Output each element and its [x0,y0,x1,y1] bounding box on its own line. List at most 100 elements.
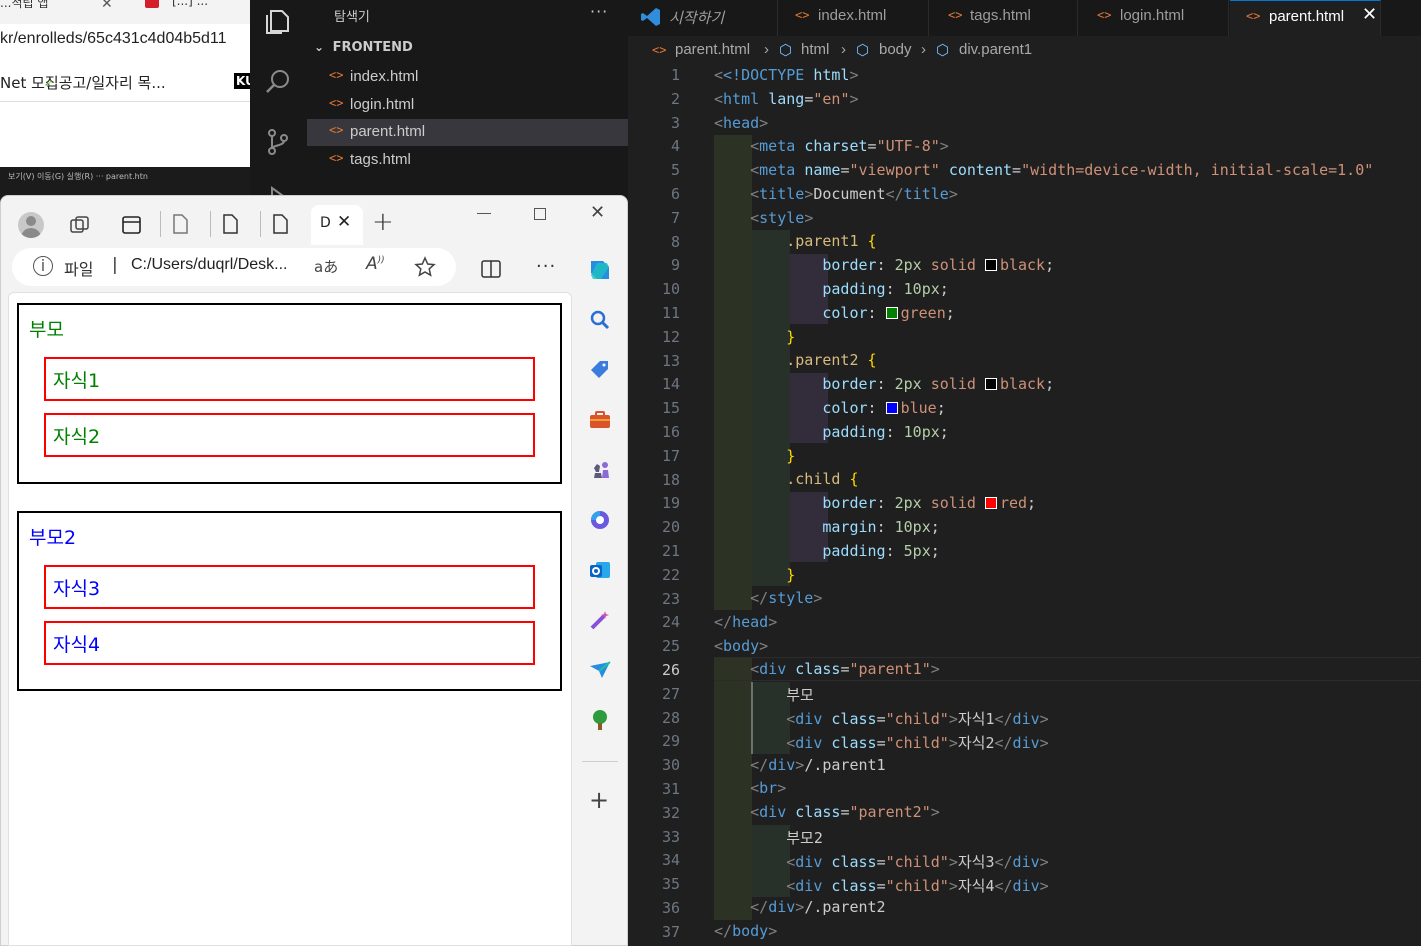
split-screen-icon[interactable] [480,258,502,280]
color-swatch-blue[interactable] [885,402,898,414]
designer-wand-icon[interactable] [588,608,612,632]
code-token: border [822,256,877,274]
folder-frontend[interactable]: ⌄ FRONTEND [314,40,413,55]
line-number: 21 [661,542,680,560]
profile-avatar[interactable] [18,212,44,238]
line-number: 29 [661,732,680,751]
address-text[interactable]: C:/Users/duqrl/Desk... [131,256,287,274]
minimize-icon[interactable] [477,213,491,214]
line-number: 6 [670,185,680,203]
explorer-icon[interactable] [262,6,294,38]
background-tab-strip: ...적립 앱 ✕ [...] ... [0,0,250,24]
shopping-tag-icon[interactable] [588,358,612,382]
code-token: .parent2 [786,351,859,369]
code-line-32: <div class="parent2"> [750,803,940,821]
breadcrumb-file[interactable]: parent.html [675,41,750,58]
line-number: 4 [670,137,680,156]
breadcrumb-div[interactable]: div.parent1 [959,41,1032,58]
code-token: <!DOCTYPE [723,66,805,84]
send-paper-plane-icon[interactable] [588,658,612,682]
background-tab-1[interactable]: ...적립 앱 [0,0,48,11]
tab-index[interactable]: <> index.html [779,0,929,36]
breadcrumb: <> parent.html › ⬡ html › ⬡ body › ⬡ div… [628,36,1421,64]
color-swatch-green[interactable] [885,307,898,319]
code-line-30: </div>/.parent1 [750,756,886,774]
file-item-login[interactable]: <> login.html [307,92,628,119]
line-number: 33 [661,827,680,846]
vertical-tabs-icon[interactable] [120,214,144,236]
html-file-icon: <> [329,68,344,82]
child-box-3: 자식3 [44,565,535,609]
code-line-17: } [786,447,796,465]
line-number: 28 [661,708,680,727]
indent-guide [714,135,752,610]
code-token: html [804,66,850,84]
close-icon[interactable]: ✕ [337,212,351,232]
html-file-icon: <> [795,8,810,22]
code-token: black [999,375,1046,393]
file-item-tags[interactable]: <> tags.html [307,147,628,174]
breadcrumb-body[interactable]: body [879,41,912,58]
tab-parent[interactable]: <> parent.html ✕ [1230,0,1381,36]
tab-login[interactable]: <> login.html [1079,0,1229,36]
bookmark-badge[interactable]: KU [234,73,250,89]
code-token: solid [930,256,976,274]
tab-tags[interactable]: <> tags.html [930,0,1078,36]
address-bar[interactable]: i 파일 | C:/Users/duqrl/Desk... aあ A)) [12,248,456,286]
more-menu-icon[interactable]: ··· [536,256,556,277]
code-token: Document [813,185,886,203]
code-token: green [900,304,946,322]
search-icon[interactable] [262,66,294,98]
chevron-right-icon: › [841,41,846,58]
more-actions-icon[interactable]: ··· [590,2,608,21]
line-number: 3 [670,113,680,132]
games-chess-icon[interactable] [588,458,612,482]
color-swatch-black[interactable] [984,378,997,390]
new-tab-button[interactable]: + [372,207,394,237]
tools-briefcase-icon[interactable] [588,408,612,432]
file-item-parent[interactable]: <> parent.html [307,119,628,146]
maximize-icon[interactable] [534,208,546,220]
tab-label: 시작하기 [669,10,725,27]
code-line-33: 부모2 [714,827,823,848]
search-icon[interactable] [588,308,612,332]
color-swatch-black[interactable] [984,259,997,271]
code-line-8: .parent1 { [786,232,877,250]
favorite-star-icon[interactable] [414,256,436,278]
file-item-index[interactable]: <> index.html [307,64,628,91]
code-line-1: <<!DOCTYPE html> [714,66,859,84]
tab-page-icon[interactable] [170,213,190,235]
source-control-icon[interactable] [262,126,294,158]
tab-welcome[interactable]: 시작하기 [628,0,778,36]
workspaces-icon[interactable] [68,214,92,236]
close-icon[interactable]: ✕ [1362,4,1377,25]
outlook-icon[interactable] [588,558,612,582]
translate-icon[interactable]: aあ [314,256,338,277]
code-line-25: <body> [714,637,769,655]
code-line-27: 부모 [714,684,814,705]
code-editor[interactable]: 1 2 3 4 5 6 7 8 9 10 11 12 13 14 15 16 17 18 19 20 21 22 23 24 2… [628,64,1421,946]
tab-page-icon[interactable] [270,213,290,235]
code-token: width=device-width, initial-scale=1.0 [1030,161,1365,179]
copilot-icon[interactable] [585,255,615,285]
breadcrumb-html[interactable]: html [801,41,829,58]
active-tab[interactable]: D ✕ [311,205,363,245]
line-number: 18 [661,470,680,489]
tree-icon[interactable] [588,708,612,732]
close-icon[interactable]: ✕ [101,0,113,12]
info-icon[interactable]: i [33,256,53,276]
code-line-18: .child { [786,470,859,488]
line-number: 8 [670,232,680,251]
tab-page-icon[interactable] [220,213,240,235]
parent2-box: 부모2 자식3 자식4 [17,511,562,691]
add-sidebar-app-button[interactable]: + [589,786,609,814]
code-token: child [894,877,940,895]
color-swatch-red[interactable] [984,497,997,509]
background-address-bar[interactable]: kr/enrolleds/65c431c4d04b5d11 [0,30,227,48]
read-aloud-icon[interactable]: A)) [366,254,385,274]
tab-label: parent.html [1269,8,1345,25]
close-window-icon[interactable]: ✕ [590,202,605,223]
bookmark-items[interactable]: Net 모집공고/일자리 목... [0,74,166,92]
background-tab-2[interactable]: [...] ... [172,0,208,8]
microsoft-365-icon[interactable] [588,508,612,532]
